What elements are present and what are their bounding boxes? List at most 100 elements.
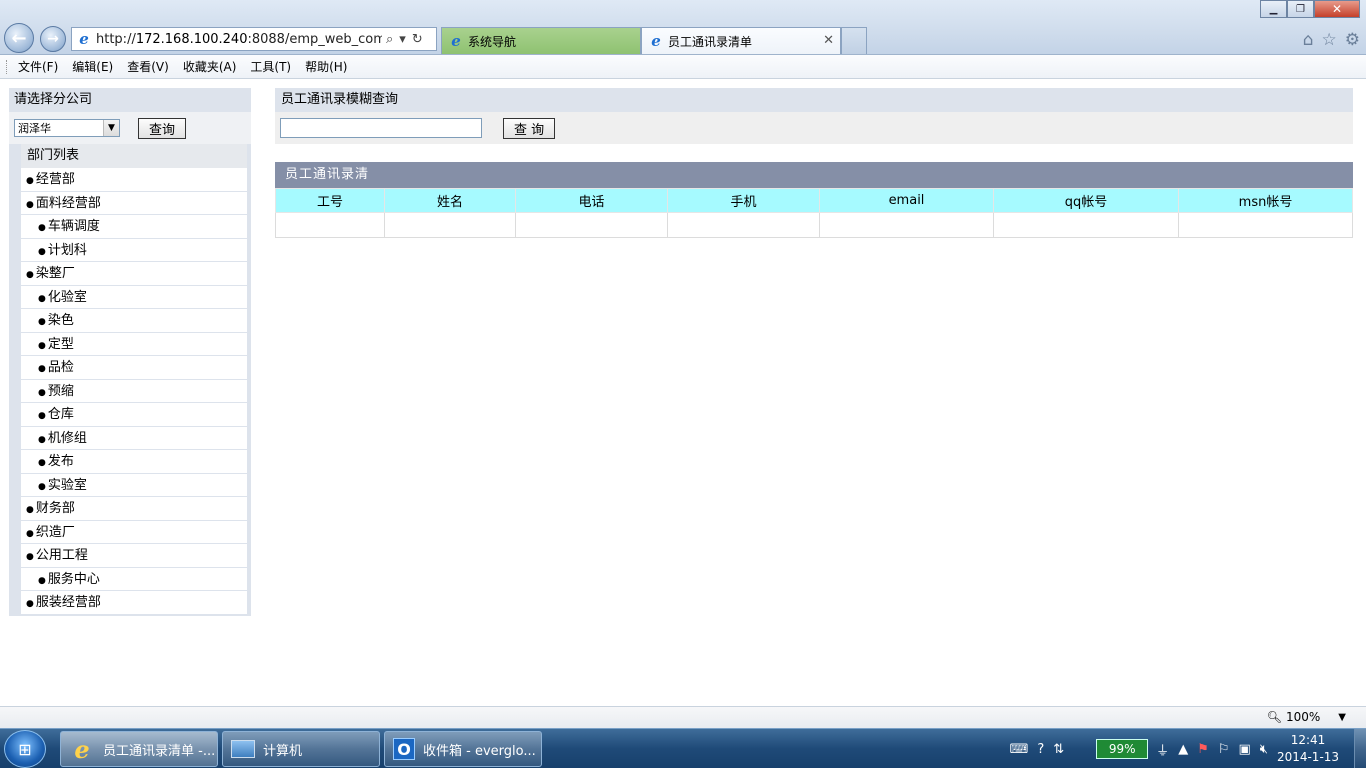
company-panel: 请选择分公司 润泽华 ▼ 查询 部门列表 ● 经营部 ● 面料经营部 ● 车辆调度 ● 计划科…	[9, 88, 251, 616]
address-bar[interactable]: e http://172.168.100.240:8088/emp_web_co…	[71, 27, 437, 51]
department-item[interactable]: ● 发布	[21, 450, 247, 474]
taskbar: ⊞ e 员工通讯录清单 -... 计算机 O 收件箱 - evergl​o...…	[0, 728, 1366, 768]
taskbar-item-outlook[interactable]: O 收件箱 - evergl​o...	[384, 731, 542, 767]
action-center-flag-icon[interactable]: ⚐	[1218, 742, 1230, 757]
clock-date: 2014-1-13	[1276, 750, 1340, 764]
menu-bar: 文件(F) 编辑(E) 查看(V) 收藏夹(A) 工具(T) 帮助(H)	[0, 55, 1366, 79]
column-header[interactable]: email	[819, 188, 994, 213]
fuzzy-search-panel: 员工通讯录模糊查询 查 询	[275, 88, 1353, 144]
bullet-icon: ●	[38, 317, 46, 327]
restore-button[interactable]: ❐	[1287, 0, 1314, 18]
chevron-down-icon[interactable]: ▼	[1338, 712, 1346, 723]
outlook-icon: O	[393, 738, 415, 760]
department-item[interactable]: ● 服务中心	[21, 567, 247, 591]
clock[interactable]: 12:41 2014-1-13	[1276, 732, 1340, 766]
language-icon[interactable]: ⇅	[1053, 742, 1064, 757]
department-item[interactable]: ● 面料经营部	[21, 191, 247, 215]
close-tab-icon[interactable]: ✕	[823, 33, 834, 48]
url-host: 172.168.100.240	[135, 31, 248, 47]
chevron-down-icon[interactable]: ▼	[103, 120, 119, 136]
column-header[interactable]: 电话	[515, 188, 668, 213]
bullet-icon: ●	[38, 411, 46, 421]
home-icon[interactable]: ⌂	[1303, 30, 1314, 50]
department-item[interactable]: ● 织造厂	[21, 520, 247, 544]
department-label: 染整厂	[35, 266, 75, 281]
column-header[interactable]: 工号	[275, 188, 385, 213]
menu-grip	[6, 60, 9, 74]
refresh-icon[interactable]: ↻	[412, 32, 423, 47]
battery-indicator[interactable]: 99%	[1096, 739, 1149, 759]
keyboard-icon[interactable]: ⌨	[1010, 742, 1029, 757]
column-header[interactable]: qq帐号	[993, 188, 1179, 213]
new-tab-button[interactable]	[841, 27, 867, 54]
url-text[interactable]: http://172.168.100.240:8088/emp_web_comm…	[96, 32, 382, 47]
browser-toolbar-icons: ⌂ ☆ ⚙	[1303, 30, 1360, 50]
bullet-icon: ●	[38, 458, 46, 468]
show-desktop-button[interactable]	[1354, 729, 1366, 768]
department-item[interactable]: ● 化验室	[21, 285, 247, 309]
menu-file[interactable]: 文件(F)	[18, 58, 58, 75]
volume-muted-icon[interactable]: 🔇︎	[1260, 742, 1268, 757]
department-item[interactable]: ● 公用工程	[21, 544, 247, 568]
system-tray: ⌨ ? ⇅ 99% ⏚ ▲ ⚑ ⚐ ▣ 🔇︎ 12:41 2014-1-13	[1010, 729, 1366, 768]
favorites-star-icon[interactable]: ☆	[1322, 30, 1337, 50]
dropdown-icon[interactable]: ▾	[399, 32, 406, 47]
department-item[interactable]: ● 品检	[21, 356, 247, 380]
back-button[interactable]: ←	[4, 23, 34, 53]
department-label: 仓库	[47, 407, 74, 422]
close-window-button[interactable]: ✕	[1314, 0, 1360, 18]
url-prefix: http://	[96, 31, 136, 47]
network-icon[interactable]: ▣	[1239, 742, 1251, 757]
column-header[interactable]: msn帐号	[1178, 188, 1353, 213]
taskbar-item-computer[interactable]: 计算机	[222, 731, 380, 767]
table-cell	[1178, 212, 1353, 238]
department-item[interactable]: ● 车辆调度	[21, 215, 247, 239]
table-cell	[993, 212, 1179, 238]
department-label: 经营部	[35, 172, 75, 187]
department-item[interactable]: ● 计划科	[21, 238, 247, 262]
power-plug-icon[interactable]: ⏚	[1156, 740, 1169, 759]
department-item[interactable]: ● 机修组	[21, 426, 247, 450]
department-item[interactable]: ● 经营部	[21, 168, 247, 192]
company-select[interactable]: 润泽华 ▼	[14, 119, 120, 137]
menu-favorites[interactable]: 收藏夹(A)	[183, 58, 237, 75]
tab-label: 员工通讯录清单	[668, 34, 753, 49]
table-cell	[667, 212, 820, 238]
search-input[interactable]	[280, 118, 482, 138]
show-hidden-icons-icon[interactable]: ▲	[1178, 742, 1188, 757]
help-icon[interactable]: ?	[1037, 742, 1044, 757]
bullet-icon: ●	[38, 293, 46, 304]
department-item[interactable]: ● 仓库	[21, 403, 247, 427]
settings-gear-icon[interactable]: ⚙	[1345, 30, 1360, 50]
menu-tools[interactable]: 工具(T)	[250, 58, 291, 75]
department-item[interactable]: ● 定型	[21, 332, 247, 356]
column-header[interactable]: 姓名	[384, 188, 516, 213]
column-header[interactable]: 手机	[667, 188, 820, 213]
department-label: 预缩	[47, 383, 74, 399]
company-query-button[interactable]: 查询	[138, 117, 187, 139]
department-item[interactable]: ● 染色	[21, 309, 247, 333]
battery-level: 99%	[1108, 742, 1136, 756]
menu-view[interactable]: 查看(V)	[127, 58, 169, 75]
minimize-button[interactable]: ▁	[1260, 0, 1287, 18]
menu-edit[interactable]: 编辑(E)	[72, 58, 113, 75]
forward-button[interactable]: →	[40, 26, 66, 52]
department-item[interactable]: ● 财务部	[21, 497, 247, 521]
bullet-icon: ●	[38, 364, 46, 374]
tab-system-nav[interactable]: e 系统导航	[441, 27, 641, 54]
menu-help[interactable]: 帮助(H)	[305, 58, 347, 75]
search-button[interactable]: 查 询	[503, 118, 556, 139]
department-item[interactable]: ● 服装经营部	[21, 591, 247, 615]
start-button[interactable]: ⊞	[4, 730, 46, 768]
taskbar-item-label: 员工通讯录清单 -...	[103, 743, 216, 759]
taskbar-item-ie[interactable]: e 员工通讯录清单 -...	[60, 731, 218, 767]
department-item[interactable]: ● 染整厂	[21, 262, 247, 286]
security-alert-icon[interactable]: ⚑	[1197, 742, 1209, 757]
zoom-control[interactable]: 🔍︎ 100% ▼	[1267, 710, 1346, 724]
bullet-icon: ●	[26, 199, 34, 210]
bullet-icon: ●	[26, 552, 34, 562]
tab-employee-list[interactable]: e 员工通讯录清单 ✕	[641, 27, 841, 54]
search-icon[interactable]: ⌕	[386, 32, 393, 47]
department-item[interactable]: ● 预缩	[21, 379, 247, 403]
department-item[interactable]: ● 实验室	[21, 473, 247, 497]
